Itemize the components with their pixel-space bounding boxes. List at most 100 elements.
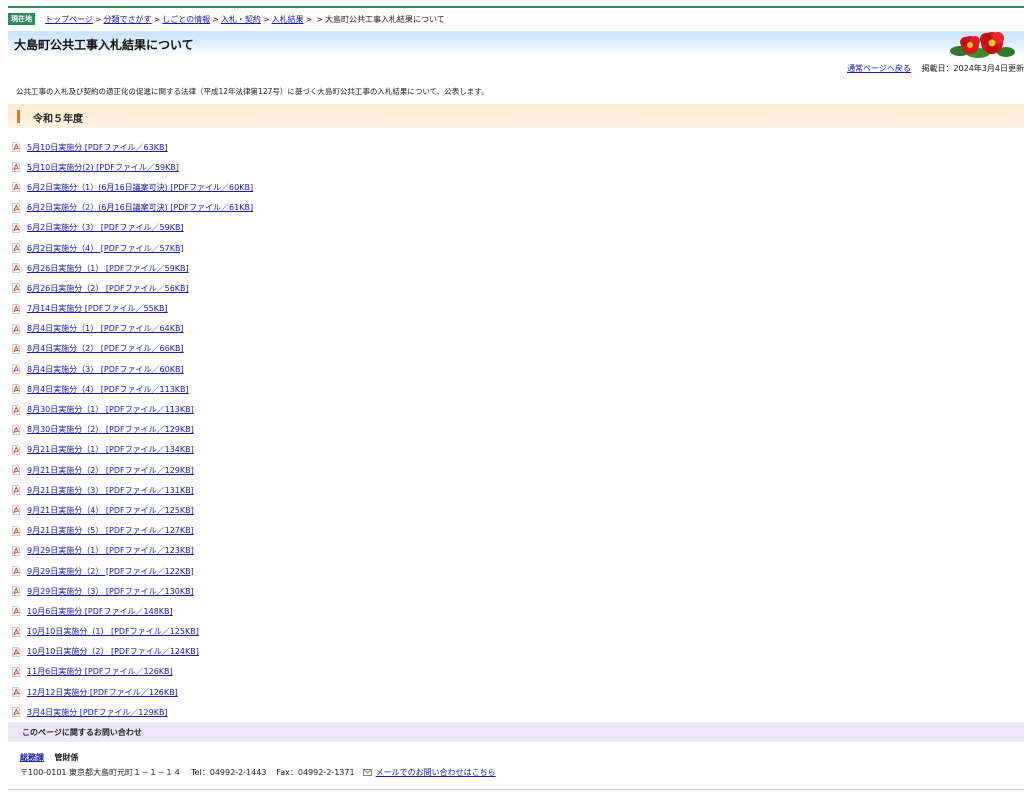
breadcrumb-separator: > <box>153 14 161 24</box>
pdf-file-link[interactable]: 11月6日実施分 [PDFファイル／126KB] <box>27 666 173 677</box>
posted-date: 掲載日：2024年3月4日更新 <box>921 64 1024 73</box>
pdf-icon <box>12 364 20 375</box>
pdf-icon <box>12 344 20 354</box>
breadcrumb-separator: > <box>316 14 323 24</box>
pdf-file-link[interactable]: 12月12日実施分 [PDFファイル／126KB] <box>27 687 178 698</box>
pdf-file-list: 5月10日実施分 [PDFファイル／63KB] 5月10日実施分(2) [PDFフ… <box>12 137 253 722</box>
pdf-icon <box>12 485 20 496</box>
department-link[interactable]: 総務課 <box>20 753 44 762</box>
pdf-file-link[interactable]: 8月4日実施分（3） [PDFファイル／60KB] <box>27 364 184 375</box>
pdf-file-link[interactable]: 6月2日実施分（3） [PDFファイル／59KB] <box>27 222 184 233</box>
list-item: 9月29日実施分（2） [PDFファイル／122KB] <box>12 561 253 581</box>
pdf-icon <box>12 222 20 233</box>
pdf-file-link[interactable]: 9月21日実施分（2） [PDFファイル／129KB] <box>27 465 194 476</box>
list-item: 9月29日実施分（3） [PDFファイル／130KB] <box>12 581 253 601</box>
pdf-file-link[interactable]: 10月6日実施分 [PDFファイル／148KB] <box>27 606 173 617</box>
list-item: 9月29日実施分（1） [PDFファイル／123KB] <box>12 541 253 561</box>
pdf-file-link[interactable]: 6月26日実施分（2） [PDFファイル／56KB] <box>27 283 189 294</box>
breadcrumb-separator: > <box>94 14 102 24</box>
camellia-flower-icon <box>950 32 1015 58</box>
list-item: 9月21日実施分（3） [PDFファイル／131KB] <box>12 480 253 500</box>
contact-tel: Tel：04992-2-1443 <box>191 768 267 777</box>
pdf-icon <box>12 545 20 556</box>
pdf-file-link[interactable]: 9月29日実施分（2） [PDFファイル／122KB] <box>27 566 194 577</box>
mail-icon <box>362 769 372 776</box>
pdf-file-link[interactable]: 8月4日実施分（1） [PDFファイル／64KB] <box>27 323 184 334</box>
contact-info: 総務課 管財係 〒100-0101 東京都大島町元町１－１－１４ Tel：049… <box>8 742 1024 790</box>
pdf-file-link[interactable]: 8月4日実施分（2） [PDFファイル／66KB] <box>27 343 184 354</box>
list-item: 5月10日実施分 [PDFファイル／63KB] <box>12 137 253 157</box>
pdf-icon <box>12 707 20 718</box>
pdf-icon <box>12 626 20 637</box>
breadcrumb-link-results[interactable]: 入札結果 <box>272 14 304 25</box>
pdf-icon <box>12 667 20 677</box>
contact-address: 〒100-0101 東京都大島町元町１－１－１４ <box>20 768 182 777</box>
pdf-icon <box>12 687 20 698</box>
list-item: 10月10日実施分（1） [PDFファイル／125KB] <box>12 622 253 642</box>
department-unit: 管財係 <box>54 753 79 762</box>
list-item: 8月30日実施分（1） [PDFファイル／113KB] <box>12 399 253 419</box>
pdf-file-link[interactable]: 8月30日実施分（1） [PDFファイル／113KB] <box>27 404 194 415</box>
pdf-file-link[interactable]: 6月2日実施分（1）(6月16日議案可決) [PDFファイル／60KB] <box>27 182 253 193</box>
pdf-icon <box>12 323 20 334</box>
pdf-file-link[interactable]: 10月10日実施分（2） [PDFファイル／124KB] <box>27 646 199 657</box>
pdf-icon <box>12 465 20 475</box>
pdf-file-link[interactable]: 9月29日実施分（3） [PDFファイル／130KB] <box>27 586 194 597</box>
pdf-file-link[interactable]: 9月21日実施分（4） [PDFファイル／125KB] <box>27 505 194 516</box>
pdf-file-link[interactable]: 6月26日実施分（1） [PDFファイル／59KB] <box>27 263 189 274</box>
pdf-icon <box>12 162 20 173</box>
contact-heading: このページに関するお問い合わせ <box>22 728 142 737</box>
section-title: 令和５年度 <box>33 114 83 125</box>
pdf-file-link[interactable]: 8月4日実施分（4） [PDFファイル／113KB] <box>27 384 189 395</box>
list-item: 8月4日実施分（3） [PDFファイル／60KB] <box>12 359 253 379</box>
pdf-file-link[interactable]: 8月30日実施分（2） [PDFファイル／129KB] <box>27 424 194 435</box>
pdf-icon <box>12 283 20 294</box>
breadcrumb-link-category[interactable]: 分類でさがす <box>104 14 152 25</box>
mail-contact-link[interactable]: メールでのお問い合わせはこちら <box>376 767 496 778</box>
contact-address-line: 〒100-0101 東京都大島町元町１－１－１４ Tel：04992-2-144… <box>20 767 496 778</box>
pdf-file-link[interactable]: 6月2日実施分（4） [PDFファイル／57KB] <box>27 243 184 254</box>
page-meta: 通常ページへ戻る 掲載日：2024年3月4日更新 <box>847 63 1024 74</box>
pdf-icon <box>12 525 20 536</box>
breadcrumb-link-bidding[interactable]: 入札・契約 <box>221 14 261 25</box>
list-item: 8月4日実施分（2） [PDFファイル／66KB] <box>12 339 253 359</box>
pdf-file-link[interactable]: 3月4日実施分 [PDFファイル／129KB] <box>27 707 168 718</box>
pdf-file-link[interactable]: 9月21日実施分（3） [PDFファイル／131KB] <box>27 485 194 496</box>
pdf-file-link[interactable]: 7月14日実施分 [PDFファイル／55KB] <box>27 303 168 314</box>
pdf-file-link[interactable]: 6月2日実施分（2）(6月16日議案可決) [PDFファイル／61KB] <box>27 202 253 213</box>
breadcrumb-link-top[interactable]: トップページ <box>45 14 93 25</box>
list-item: 6月26日実施分（2） [PDFファイル／56KB] <box>12 278 253 298</box>
pdf-icon <box>12 303 20 314</box>
normal-page-link[interactable]: 通常ページへ戻る <box>847 64 911 73</box>
contact-heading-bar: このページに関するお問い合わせ <box>8 722 1024 742</box>
pdf-icon <box>12 646 20 657</box>
list-item: 6月2日実施分（1）(6月16日議案可決) [PDFファイル／60KB] <box>12 177 253 197</box>
pdf-icon <box>12 182 20 193</box>
list-item: 10月10日実施分（2） [PDFファイル／124KB] <box>12 642 253 662</box>
contact-department: 総務課 管財係 <box>20 752 79 763</box>
pdf-file-link[interactable]: 10月10日実施分（1） [PDFファイル／125KB] <box>27 626 199 637</box>
list-item: 12月12日実施分 [PDFファイル／126KB] <box>12 682 253 702</box>
pdf-file-link[interactable]: 9月21日実施分（5） [PDFファイル／127KB] <box>27 525 194 536</box>
list-item: 6月2日実施分（4） [PDFファイル／57KB] <box>12 238 253 258</box>
pdf-icon <box>12 424 20 435</box>
breadcrumb: 現在地 トップページ > 分類でさがす > しごとの情報 > 入札・契約 > 入… <box>8 13 445 25</box>
pdf-icon <box>12 606 20 617</box>
pdf-file-link[interactable]: 9月21日実施分（1） [PDFファイル／134KB] <box>27 444 194 455</box>
intro-text: 公共工事の入札及び契約の適正化の促進に関する法律（平成12年法律第127号）に基… <box>16 87 489 96</box>
pdf-file-link[interactable]: 9月29日実施分（1） [PDFファイル／123KB] <box>27 545 194 556</box>
pdf-icon <box>12 566 20 576</box>
section-heading-marker <box>17 110 20 123</box>
pdf-file-link[interactable]: 5月10日実施分(2) [PDFファイル／59KB] <box>27 162 179 173</box>
breadcrumb-separator: > <box>262 14 270 24</box>
list-item: 9月21日実施分（5） [PDFファイル／127KB] <box>12 521 253 541</box>
list-item: 9月21日実施分（1） [PDFファイル／134KB] <box>12 440 253 460</box>
page-title-bar: 大島町公共工事入札結果について <box>8 31 1024 58</box>
breadcrumb-link-work-info[interactable]: しごとの情報 <box>162 14 210 25</box>
bottom-rule <box>8 789 1024 790</box>
pdf-file-link[interactable]: 5月10日実施分 [PDFファイル／63KB] <box>27 142 168 153</box>
pdf-icon <box>12 263 20 274</box>
current-location-badge: 現在地 <box>8 13 35 25</box>
pdf-icon <box>12 243 20 253</box>
list-item: 9月21日実施分（2） [PDFファイル／129KB] <box>12 460 253 480</box>
